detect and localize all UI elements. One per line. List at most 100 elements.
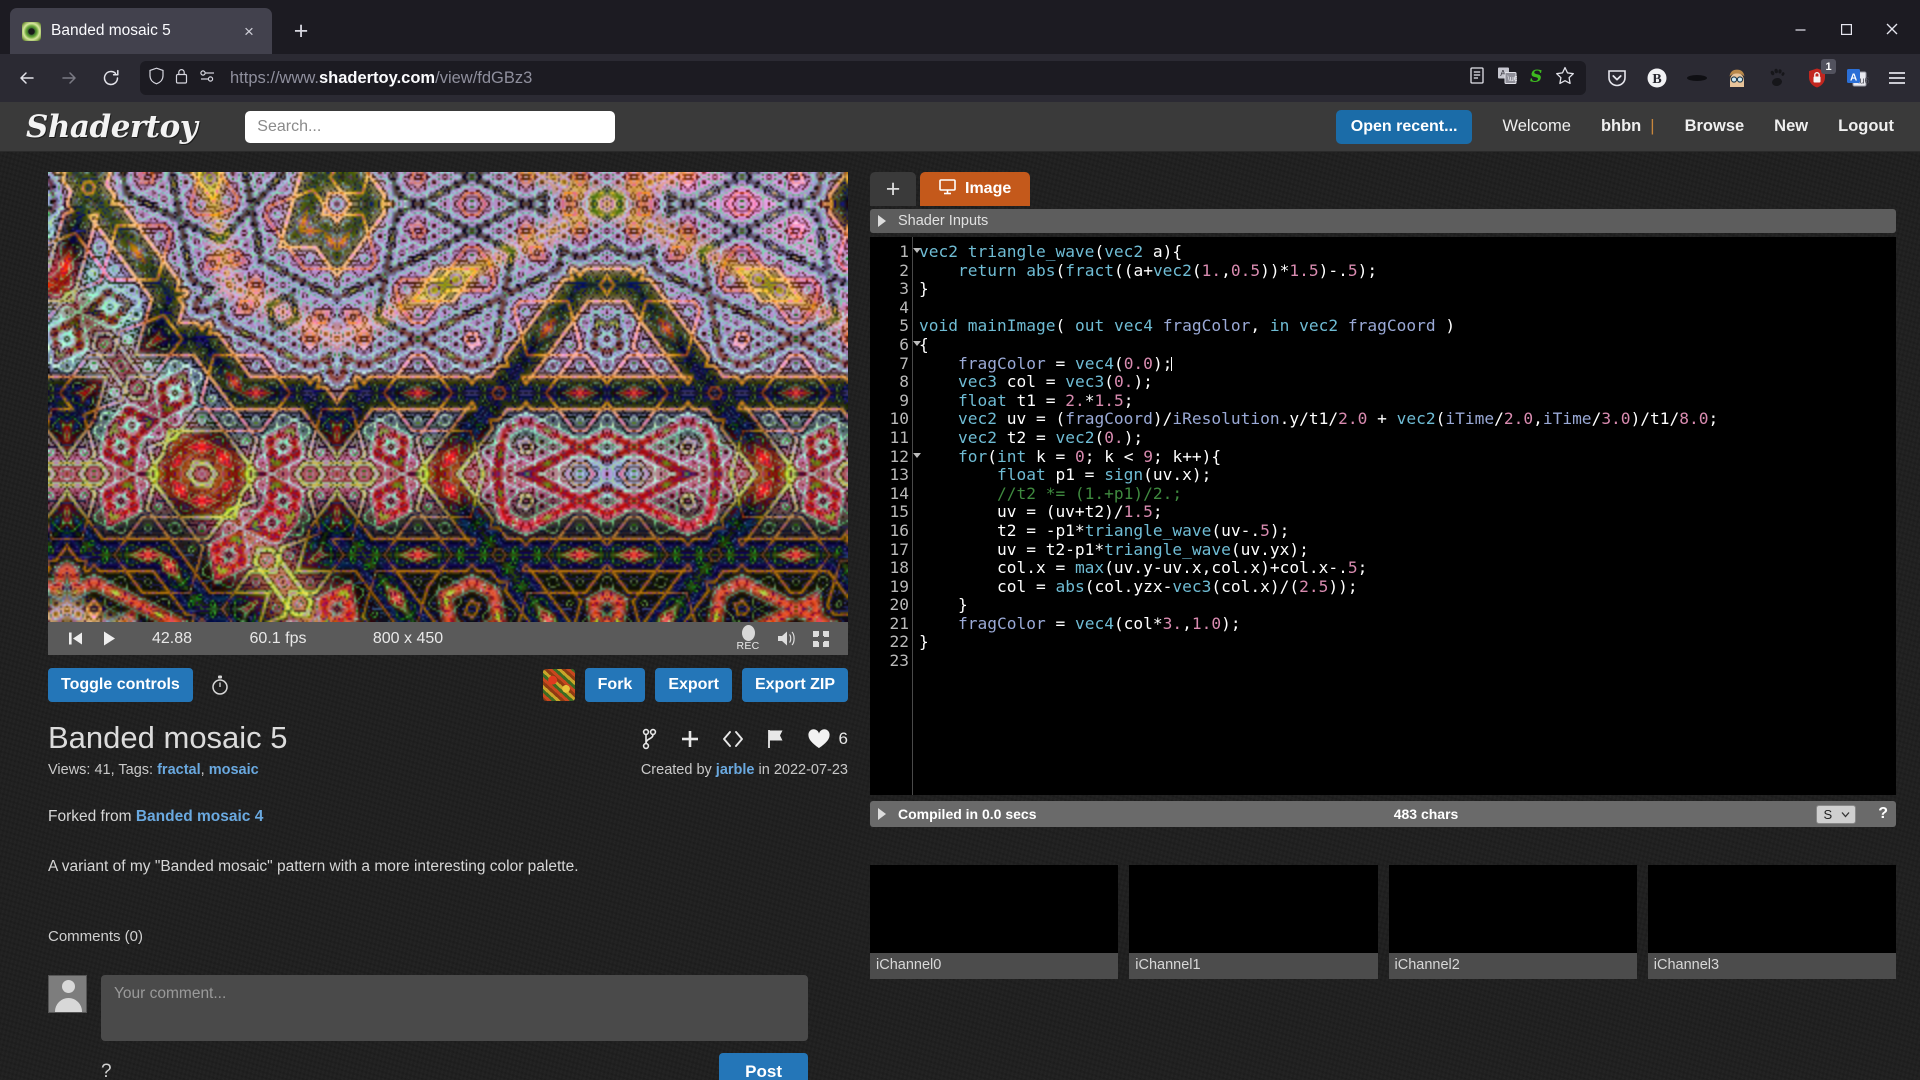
navigation-toolbar: https://www.shadertoy.com/view/fdGBz3 A \… [0,54,1920,102]
comment-input[interactable]: Your comment... [101,975,808,1041]
chevron-right-icon[interactable] [878,808,886,820]
nav-browse[interactable]: Browse [1685,117,1745,136]
channel-thumbnail[interactable] [1129,865,1378,953]
translate-extension-icon[interactable]: \u6587A [1842,63,1872,93]
comments-heading: Comments (0) [48,928,144,945]
speaker-icon[interactable] [770,629,804,648]
channel-thumbnail[interactable] [1388,865,1637,953]
minimize-icon[interactable] [1778,12,1822,46]
lock-icon[interactable] [174,67,189,90]
stylus-icon[interactable]: S [1528,66,1544,91]
compile-status-bar: Compiled in 0.0 secs 483 chars S ? [870,801,1896,827]
line-number: 12 [870,447,921,467]
channel-thumbnail[interactable] [870,865,1119,953]
maximize-icon[interactable] [1824,12,1868,46]
reload-icon[interactable] [92,61,130,95]
window-controls [1778,12,1914,46]
reader-view-icon[interactable] [1468,66,1486,90]
post-comment-button[interactable]: Post [719,1053,808,1080]
record-button[interactable]: REC [726,625,770,652]
add-tab-button[interactable]: + [870,172,916,206]
ublock-shield-icon[interactable]: 1 [1802,59,1836,93]
back-icon[interactable] [8,61,46,95]
editor-help-icon[interactable]: ? [1878,805,1888,823]
browser-tab[interactable]: Banded mosaic 5 × [10,8,272,54]
forward-icon[interactable] [50,61,88,95]
line-number: 20 [889,595,910,615]
skip-back-icon[interactable] [58,630,92,647]
gnome-shell-icon[interactable] [1762,63,1792,93]
plus-icon[interactable] [680,729,700,749]
line-number: 13 [889,465,910,485]
flag-icon[interactable] [766,729,785,749]
url-text[interactable]: https://www.shadertoy.com/view/fdGBz3 [226,69,1459,88]
permissions-icon[interactable] [198,67,217,90]
nav-logout[interactable]: Logout [1838,117,1894,136]
shader-thumbnail[interactable] [542,669,575,701]
ichannel2[interactable]: iChannel2 [1388,865,1637,979]
window-close-icon[interactable] [1870,12,1914,46]
line-number: 18 [889,558,910,578]
svg-text:B: B [1652,72,1661,87]
tag-mosaic[interactable]: mosaic [209,762,259,778]
browser-window: Banded mosaic 5 × + https://www.shaderto… [0,0,1920,1080]
translate-page-icon[interactable]: A\u6587 [1497,66,1530,90]
avatar [48,975,87,1013]
shadertoy-logo[interactable]: Shadertoy [26,109,198,145]
play-icon[interactable] [92,630,126,647]
stopwatch-icon[interactable] [209,673,231,697]
channel-strip: iChannel0 iChannel1 iChannel2 iChannel3 [870,865,1896,979]
open-recent-button[interactable]: Open recent... [1335,109,1473,144]
line-number: 14 [889,483,910,503]
code-line: vec3 col = vec3(0.); [957,372,1153,392]
fold-arrow-icon[interactable] [913,452,921,458]
tag-fractal[interactable]: fractal [157,762,201,778]
fold-arrow-icon[interactable] [913,340,921,346]
page-body: 42.88 60.1 fps 800 x 450 REC Toggle cont… [0,152,1920,1080]
heart-icon[interactable] [807,728,831,750]
app-menu-icon[interactable] [1882,63,1912,93]
search-input[interactable]: Search... [245,110,616,143]
export-zip-button[interactable]: Export ZIP [741,668,848,702]
embed-code-icon[interactable] [722,730,744,748]
ichannel0[interactable]: iChannel0 [870,865,1119,979]
code-line: float t1 = 2.*1.5; [957,390,1134,410]
nav-username[interactable]: bhbn [1601,117,1641,136]
shield-icon[interactable] [148,67,165,90]
export-button[interactable]: Export [655,668,732,702]
shader-canvas[interactable] [48,172,848,622]
channel-thumbnail[interactable] [1647,865,1896,953]
code-content[interactable]: vec2 triangle_wave(vec2 a){ return abs(f… [912,237,1896,795]
pocket-icon[interactable] [1602,63,1632,93]
comment-help-icon[interactable]: ? [101,1061,112,1080]
code-editor[interactable]: 1 2 3 4 5 6 7 8 9 10 11 12 13 14 15 16 17 18 19 20 21 22 23 ve… [870,237,1896,795]
nav-separator: | [1650,117,1655,135]
bitwarden-icon[interactable]: B [1642,63,1672,93]
fold-arrow-icon[interactable] [913,248,921,253]
ichannel3[interactable]: iChannel3 [1647,865,1896,979]
avatar-glasses-icon[interactable] [1722,63,1752,93]
site-header: Shadertoy Search... Open recent... Welco… [0,102,1920,152]
new-tab-button[interactable]: + [284,14,318,48]
toggle-controls-button[interactable]: Toggle controls [48,668,193,702]
nav-new[interactable]: New [1774,117,1808,136]
fullscreen-icon[interactable] [804,630,838,648]
fork-branch-icon[interactable] [641,728,658,750]
tab-image[interactable]: Image [920,172,1031,206]
forked-from-link[interactable]: Banded mosaic 4 [136,808,264,825]
dark-reader-icon[interactable] [1682,63,1712,93]
close-icon[interactable]: × [238,20,260,42]
record-label: REC [736,640,760,652]
editor-size-select[interactable]: S [1815,804,1857,824]
author-link[interactable]: jarble [716,762,755,778]
nav-welcome: Welcome [1502,117,1571,135]
url-bar[interactable]: https://www.shadertoy.com/view/fdGBz3 A \… [140,61,1586,95]
line-number: 21 [889,613,910,633]
ichannel1[interactable]: iChannel1 [1129,865,1378,979]
comment-placeholder: Your comment... [114,985,227,1002]
shader-inputs-bar[interactable]: Shader Inputs [870,209,1896,233]
bookmark-star-icon[interactable] [1555,66,1575,90]
code-line: } [919,632,929,652]
fork-button[interactable]: Fork [584,668,646,702]
